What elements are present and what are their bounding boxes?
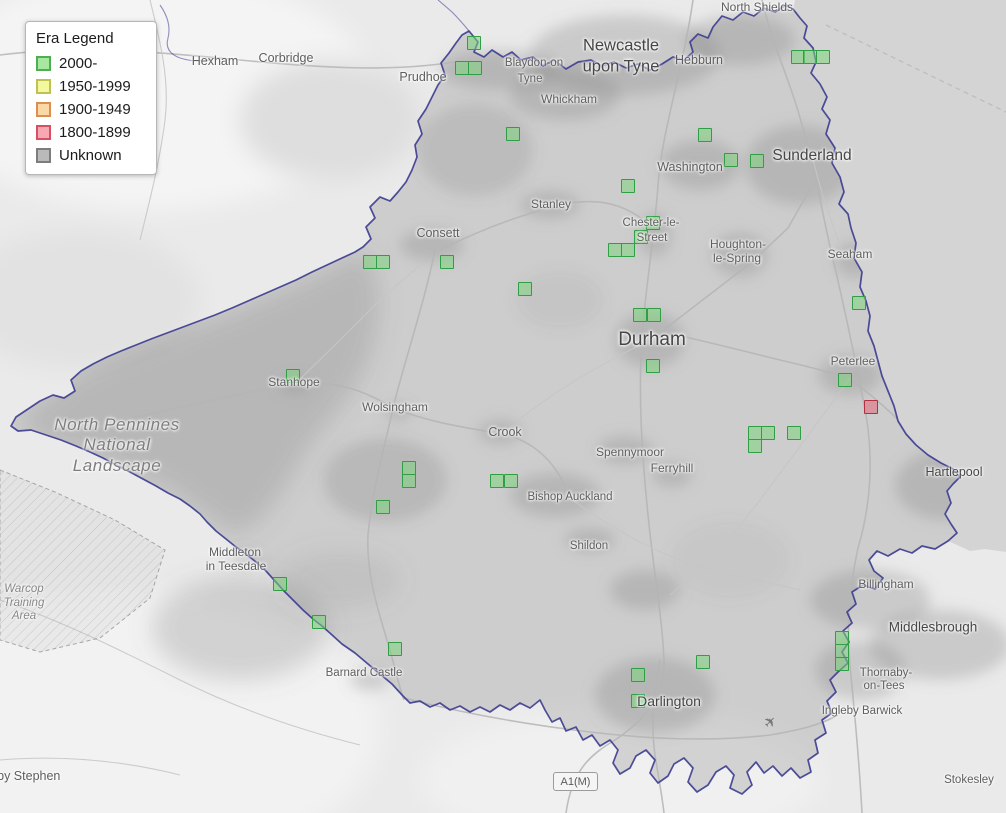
legend-swatch-icon [36, 148, 51, 163]
era-marker[interactable] [376, 500, 390, 514]
legend-swatch-icon [36, 102, 51, 117]
era-marker[interactable] [748, 439, 762, 453]
era-marker[interactable] [761, 426, 775, 440]
legend-item: 2000- [36, 55, 146, 72]
era-marker[interactable] [402, 474, 416, 488]
legend-swatch-icon [36, 79, 51, 94]
era-marker[interactable] [852, 296, 866, 310]
era-marker[interactable] [724, 153, 738, 167]
legend-item: Unknown [36, 147, 146, 164]
legend-item: 1800-1899 [36, 124, 146, 141]
era-marker[interactable] [631, 694, 645, 708]
era-marker[interactable] [402, 461, 416, 475]
era-marker[interactable] [748, 426, 762, 440]
era-marker[interactable] [467, 36, 481, 50]
legend-label: 1900-1949 [59, 101, 131, 118]
legend-items: 2000- 1950-1999 1900-1949 1800-1899 Unknown [36, 55, 146, 164]
era-legend: Era Legend 2000- 1950-1999 1900-1949 1800-1… [25, 21, 157, 175]
era-marker[interactable] [750, 154, 764, 168]
era-marker[interactable] [388, 642, 402, 656]
era-marker[interactable] [504, 474, 518, 488]
era-marker[interactable] [835, 644, 849, 658]
era-marker[interactable] [273, 577, 287, 591]
road-shield-a1m: A1(M) [553, 772, 598, 791]
era-marker[interactable] [621, 243, 635, 257]
legend-swatch-icon [36, 56, 51, 71]
legend-label: Unknown [59, 147, 122, 164]
era-marker[interactable] [646, 216, 660, 230]
era-marker[interactable] [864, 400, 878, 414]
legend-item: 1950-1999 [36, 78, 146, 95]
era-marker[interactable] [647, 308, 661, 322]
legend-label: 2000- [59, 55, 98, 72]
era-marker[interactable] [696, 655, 710, 669]
era-marker[interactable] [634, 230, 648, 244]
era-marker[interactable] [312, 615, 326, 629]
legend-label: 1950-1999 [59, 78, 131, 95]
era-marker[interactable] [646, 359, 660, 373]
era-marker[interactable] [816, 50, 830, 64]
era-marker[interactable] [803, 50, 817, 64]
era-marker[interactable] [376, 255, 390, 269]
era-marker[interactable] [506, 127, 520, 141]
era-marker[interactable] [838, 373, 852, 387]
era-marker[interactable] [608, 243, 622, 257]
era-marker[interactable] [621, 179, 635, 193]
era-marker[interactable] [835, 631, 849, 645]
era-marker[interactable] [698, 128, 712, 142]
era-marker[interactable] [633, 308, 647, 322]
era-marker[interactable] [363, 255, 377, 269]
legend-title: Era Legend [36, 30, 114, 47]
era-marker[interactable] [631, 668, 645, 682]
legend-swatch-icon [36, 125, 51, 140]
era-marker[interactable] [286, 369, 300, 383]
era-marker[interactable] [835, 657, 849, 671]
era-marker[interactable] [490, 474, 504, 488]
era-marker[interactable] [440, 255, 454, 269]
legend-item: 1900-1949 [36, 101, 146, 118]
era-marker[interactable] [468, 61, 482, 75]
era-marker[interactable] [455, 61, 469, 75]
era-marker[interactable] [518, 282, 532, 296]
legend-label: 1800-1899 [59, 124, 131, 141]
era-marker[interactable] [787, 426, 801, 440]
map-canvas[interactable]: North Shields Hexham Corbridge Prudhoe Newca… [0, 0, 1006, 813]
